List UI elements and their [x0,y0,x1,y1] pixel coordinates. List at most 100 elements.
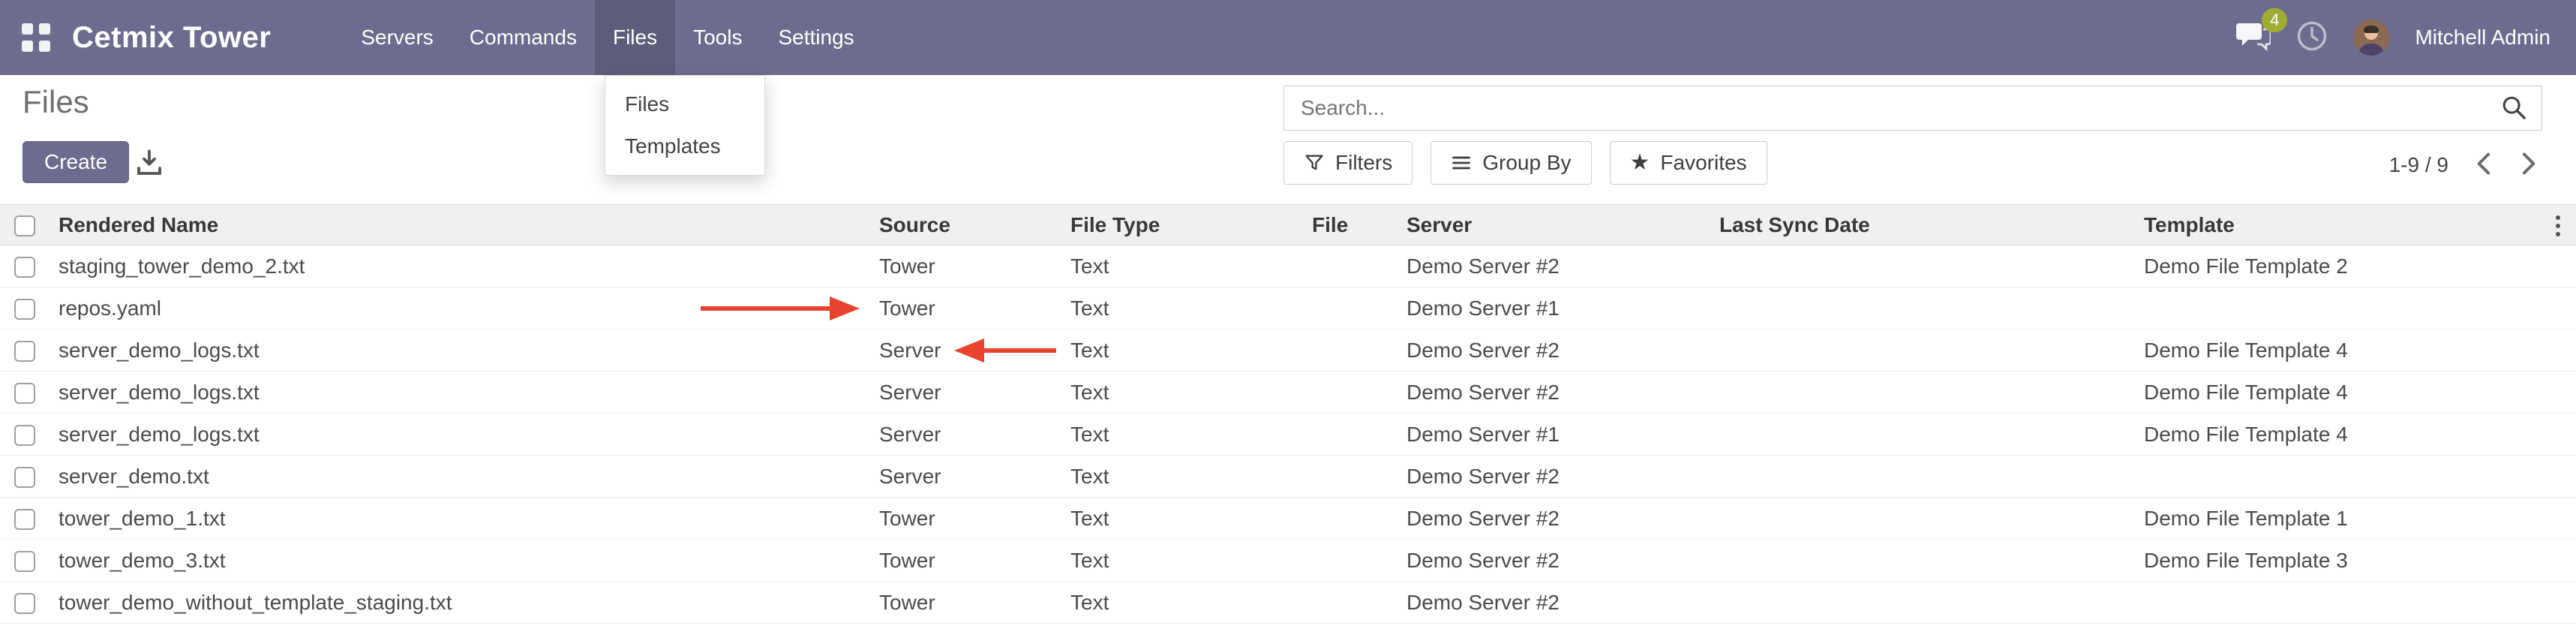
cell-file[interactable] [1303,287,1398,330]
cell-template[interactable]: Demo File Template 4 [2135,330,2540,372]
cell-template[interactable]: Demo File Template 2 [2135,245,2540,287]
column-header-last-sync-date[interactable]: Last Sync Date [1710,205,2135,245]
cell-file-type[interactable]: Text [1061,245,1303,287]
messages-button[interactable]: 4 [2235,20,2271,56]
create-button[interactable]: Create [23,141,129,183]
cell-last-sync-date[interactable] [1710,287,2135,330]
cell-server[interactable]: Demo Server #2 [1398,498,1710,540]
cell-rendered-name[interactable]: server_demo_logs.txt [50,372,870,414]
search-input[interactable] [1284,86,2486,130]
row-checkbox[interactable] [14,383,35,404]
cell-rendered-name[interactable]: tower_demo_1.txt [50,498,870,540]
cell-file-type[interactable]: Text [1061,582,1303,624]
menu-files[interactable]: Files [595,0,675,75]
cell-template[interactable] [2135,456,2540,498]
column-header-server[interactable]: Server [1398,205,1710,245]
filters-button[interactable]: Filters [1283,141,1413,185]
row-checkbox[interactable] [14,341,35,362]
table-row[interactable]: server_demo_logs.txtServerTextDemo Serve… [0,330,2576,372]
user-name[interactable]: Mitchell Admin [2415,26,2550,50]
export-button[interactable] [134,147,165,181]
dropdown-item-files[interactable]: Files [605,83,764,125]
column-header-file-type[interactable]: File Type [1061,205,1303,245]
cell-last-sync-date[interactable] [1710,540,2135,582]
row-checkbox[interactable] [14,299,35,320]
select-all-checkbox[interactable] [14,215,35,236]
cell-file[interactable] [1303,582,1398,624]
column-header-file[interactable]: File [1303,205,1398,245]
pager-prev-button[interactable] [2471,149,2495,181]
cell-last-sync-date[interactable] [1710,372,2135,414]
cell-template[interactable]: Demo File Template 4 [2135,414,2540,456]
row-checkbox[interactable] [14,509,35,530]
table-row[interactable]: repos.yamlTowerText Demo Server #1 [0,287,2576,330]
menu-servers[interactable]: Servers [343,0,451,75]
cell-file[interactable] [1303,330,1398,372]
cell-source[interactable]: Tower [870,498,1061,540]
cell-last-sync-date[interactable] [1710,330,2135,372]
cell-source[interactable]: Server [870,330,1061,372]
table-row[interactable]: staging_tower_demo_2.txtTowerText Demo Se… [0,245,2576,287]
cell-server[interactable]: Demo Server #1 [1398,414,1710,456]
cell-template[interactable]: Demo File Template 4 [2135,372,2540,414]
dropdown-item-templates[interactable]: Templates [605,125,764,167]
app-brand[interactable]: Cetmix Tower [72,21,271,55]
cell-server[interactable]: Demo Server #2 [1398,582,1710,624]
group-by-button[interactable]: Group By [1431,141,1591,185]
cell-template[interactable] [2135,287,2540,330]
table-row[interactable]: tower_demo_without_template_staging.txtT… [0,582,2576,624]
cell-source[interactable]: Tower [870,582,1061,624]
table-row[interactable]: server_demo_logs.txtServerText Demo Serve… [0,372,2576,414]
table-row[interactable]: tower_demo_1.txtTowerTextDemo Server #2D… [0,498,2576,540]
table-row[interactable]: server_demo.txtServerTextDemo Server #2 [0,456,2576,498]
optional-columns-toggle[interactable] [2540,205,2576,245]
cell-rendered-name[interactable]: repos.yaml [50,287,870,330]
column-header-source[interactable]: Source [870,205,1061,245]
cell-server[interactable]: Demo Server #2 [1398,540,1710,582]
cell-server[interactable]: Demo Server #2 [1398,372,1710,414]
activity-button[interactable] [2296,20,2328,56]
cell-source[interactable]: Tower [870,540,1061,582]
cell-source[interactable]: Server [870,414,1061,456]
cell-server[interactable]: Demo Server #2 [1398,456,1710,498]
cell-template[interactable] [2135,582,2540,624]
cell-last-sync-date[interactable] [1710,582,2135,624]
cell-file[interactable] [1303,245,1398,287]
cell-file-type[interactable]: Text [1061,287,1303,330]
search-submit-button[interactable] [2486,95,2541,122]
cell-file[interactable] [1303,414,1398,456]
cell-source[interactable]: Tower [870,287,1061,330]
cell-source[interactable]: Server [870,456,1061,498]
cell-last-sync-date[interactable] [1710,245,2135,287]
cell-source[interactable]: Server [870,372,1061,414]
favorites-button[interactable]: ★ Favorites [1610,141,1767,185]
row-checkbox[interactable] [14,425,35,446]
avatar[interactable] [2353,20,2389,56]
pager-next-button[interactable] [2517,149,2541,181]
column-header-rendered-name[interactable]: Rendered Name [50,205,870,245]
menu-commands[interactable]: Commands [452,0,595,75]
cell-file[interactable] [1303,456,1398,498]
cell-template[interactable]: Demo File Template 1 [2135,498,2540,540]
cell-server[interactable]: Demo Server #2 [1398,245,1710,287]
cell-rendered-name[interactable]: server_demo_logs.txt [50,414,870,456]
cell-rendered-name[interactable]: staging_tower_demo_2.txt [50,245,870,287]
cell-file[interactable] [1303,498,1398,540]
table-row[interactable]: server_demo_logs.txtServerText Demo Serve… [0,414,2576,456]
cell-last-sync-date[interactable] [1710,456,2135,498]
cell-file[interactable] [1303,372,1398,414]
row-checkbox[interactable] [14,551,35,572]
cell-file-type[interactable]: Text [1061,456,1303,498]
cell-source[interactable]: Tower [870,245,1061,287]
cell-rendered-name[interactable]: server_demo_logs.txt [50,330,870,372]
cell-template[interactable]: Demo File Template 3 [2135,540,2540,582]
cell-server[interactable]: Demo Server #1 [1398,287,1710,330]
cell-server[interactable]: Demo Server #2 [1398,330,1710,372]
cell-rendered-name[interactable]: tower_demo_without_template_staging.txt [50,582,870,624]
apps-menu-button[interactable] [0,0,72,75]
cell-file-type[interactable]: Text [1061,414,1303,456]
menu-settings[interactable]: Settings [760,0,872,75]
cell-file-type[interactable]: Text [1061,540,1303,582]
cell-file-type[interactable]: Text [1061,372,1303,414]
table-row[interactable]: tower_demo_3.txtTowerTextDemo Server #2D… [0,540,2576,582]
